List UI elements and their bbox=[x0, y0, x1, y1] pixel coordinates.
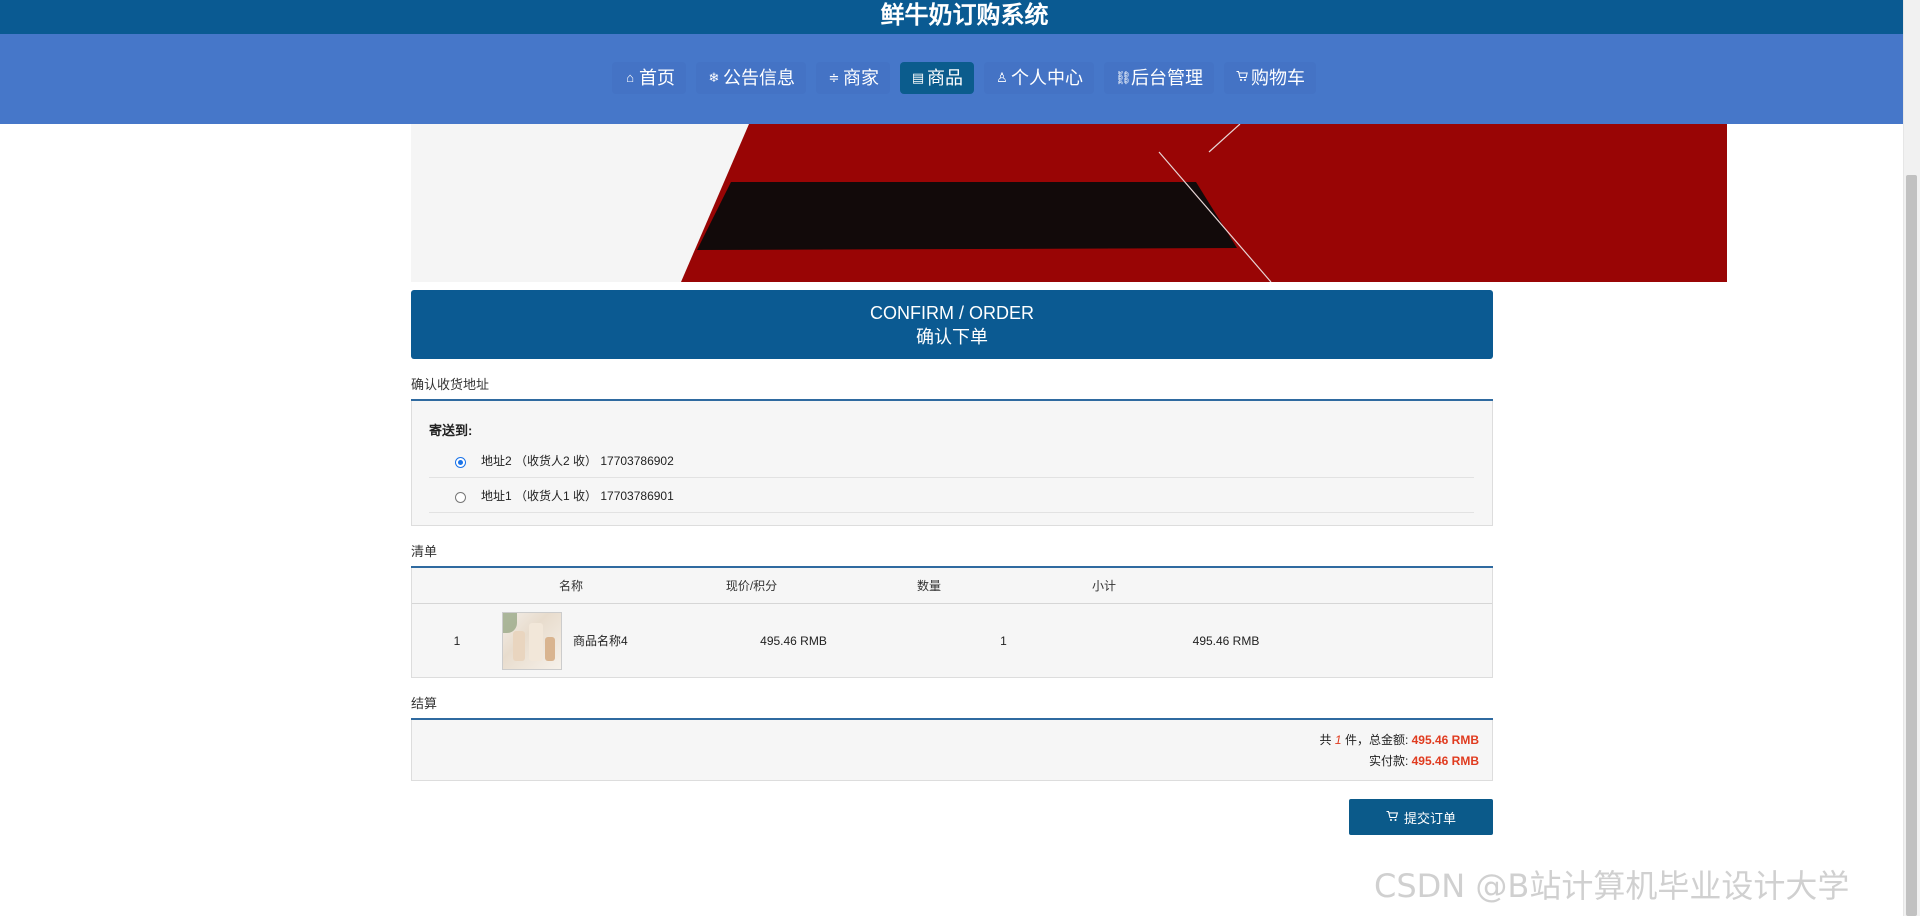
scrollbar-thumb[interactable] bbox=[1906, 175, 1917, 916]
paid-amount: 495.46 RMB bbox=[1411, 754, 1479, 768]
order-confirm-main: CONFIRM / ORDER 确认下单 确认收货地址 寄送到: 地址2 （收货… bbox=[411, 290, 1493, 835]
nav-item-label: 个人中心 bbox=[1011, 68, 1083, 88]
nav-item-products[interactable]: ▤ 商品 bbox=[900, 62, 974, 94]
column-header-price: 现价/积分 bbox=[725, 579, 778, 593]
settle-section-label: 结算 bbox=[411, 696, 1493, 720]
address-box: 寄送到: 地址2 （收货人2 收） 17703786902 地址1 （收货人1 … bbox=[411, 401, 1493, 526]
order-list-table: 名称 现价/积分 数量 小计 1 商品名称4 495.46 RMB 1 495.… bbox=[411, 568, 1493, 678]
home-icon: ⌂ bbox=[626, 70, 634, 85]
link-icon: ⛓ bbox=[1115, 70, 1132, 85]
header-chinese-title: 确认下单 bbox=[916, 327, 988, 347]
address-text: 地址1 （收货人1 收） 17703786901 bbox=[481, 488, 674, 503]
cart-icon bbox=[1235, 62, 1249, 94]
settle-paid-line: 实付款: 495.46 RMB bbox=[1368, 754, 1479, 768]
snowflake-icon: ❄ bbox=[708, 70, 720, 85]
banner-image bbox=[411, 124, 1727, 282]
product-qty: 1 bbox=[1000, 633, 1007, 648]
sliders-icon: ≑ bbox=[828, 70, 840, 85]
product-price: 495.46 RMB bbox=[760, 633, 827, 648]
address-text: 地址2 （收货人2 收） 17703786902 bbox=[481, 453, 674, 468]
settle-total-line: 共 1 件，总金额: 495.46 RMB bbox=[1319, 733, 1479, 747]
nav-menu: ⌂ 首页 ❄ 公告信息 ≑ 商家 ▤ 商品 ♙ 个人中心 ⛓ 后台管理 购物车 bbox=[612, 62, 1316, 94]
main-navbar: ⌂ 首页 ❄ 公告信息 ≑ 商家 ▤ 商品 ♙ 个人中心 ⛓ 后台管理 购物车 bbox=[0, 34, 1903, 124]
nav-item-cart[interactable]: 购物车 bbox=[1224, 62, 1316, 94]
table-header: 名称 现价/积分 数量 小计 bbox=[412, 568, 1492, 604]
total-amount: 495.46 RMB bbox=[1411, 733, 1479, 747]
address-radio[interactable] bbox=[455, 456, 466, 468]
app-title: 鲜牛奶订购系统 bbox=[880, 2, 1049, 29]
watermark-text: CSDN @B站计算机毕业设计大学 bbox=[1374, 867, 1850, 905]
nav-item-admin[interactable]: ⛓ 后台管理 bbox=[1104, 62, 1214, 94]
newspaper-icon: ▤ bbox=[911, 70, 925, 85]
column-header-subtotal: 小计 bbox=[1091, 579, 1116, 593]
nav-item-label: 商品 bbox=[927, 68, 963, 88]
nav-item-announcements[interactable]: ❄ 公告信息 bbox=[696, 62, 806, 94]
send-to-label: 寄送到: bbox=[429, 423, 473, 438]
nav-item-label: 商家 bbox=[843, 68, 879, 88]
cart-icon bbox=[1386, 810, 1399, 825]
nav-item-label: 后台管理 bbox=[1131, 68, 1203, 88]
nav-item-home[interactable]: ⌂ 首页 bbox=[612, 62, 686, 94]
product-name: 商品名称4 bbox=[573, 634, 628, 648]
submit-order-button[interactable]: 提交订单 bbox=[1349, 799, 1493, 835]
table-row: 1 商品名称4 495.46 RMB 1 495.46 RMB bbox=[412, 604, 1492, 677]
user-icon: ♙ bbox=[996, 70, 1008, 85]
nav-item-profile[interactable]: ♙ 个人中心 bbox=[984, 62, 1094, 94]
item-count: 1 bbox=[1334, 733, 1342, 747]
top-title-bar: 鲜牛奶订购系统 bbox=[0, 0, 1903, 34]
confirm-order-header: CONFIRM / ORDER 确认下单 bbox=[411, 290, 1493, 359]
nav-item-label: 首页 bbox=[639, 68, 675, 88]
address-option[interactable]: 地址2 （收货人2 收） 17703786902 bbox=[429, 443, 1474, 478]
address-section-label: 确认收货地址 bbox=[411, 377, 1493, 401]
product-thumbnail[interactable] bbox=[502, 611, 562, 670]
product-subtotal: 495.46 RMB bbox=[1192, 633, 1260, 648]
banner-graphic bbox=[411, 124, 1727, 282]
column-header-name: 名称 bbox=[559, 579, 584, 593]
address-radio[interactable] bbox=[455, 491, 466, 503]
nav-item-label: 公告信息 bbox=[723, 68, 795, 88]
submit-label: 提交订单 bbox=[1403, 810, 1456, 826]
address-option[interactable]: 地址1 （收货人1 收） 17703786901 bbox=[429, 478, 1474, 513]
nav-item-label: 购物车 bbox=[1251, 68, 1305, 88]
page-scrollbar[interactable] bbox=[1903, 0, 1920, 916]
list-section-label: 清单 bbox=[411, 544, 1493, 568]
column-header-qty: 数量 bbox=[916, 579, 941, 593]
settlement-box: 共 1 件，总金额: 495.46 RMB 实付款: 495.46 RMB bbox=[411, 720, 1493, 781]
nav-item-merchants[interactable]: ≑ 商家 bbox=[816, 62, 890, 94]
header-english-title: CONFIRM / ORDER bbox=[870, 303, 1034, 323]
row-index: 1 bbox=[453, 633, 461, 648]
